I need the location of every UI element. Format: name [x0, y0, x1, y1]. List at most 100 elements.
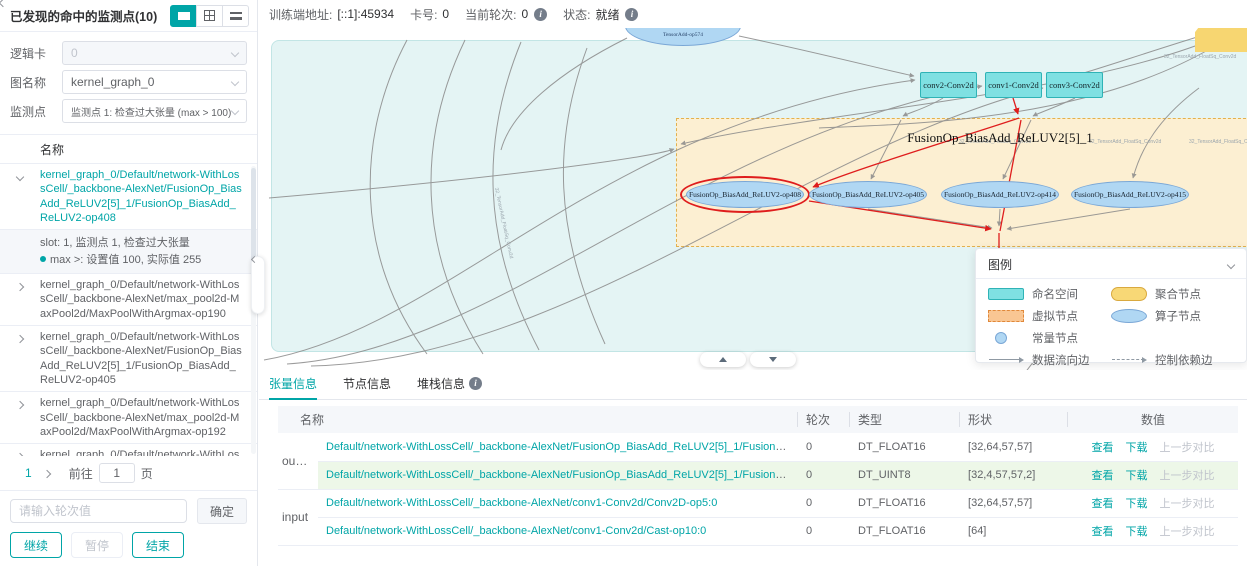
- operator-node-swatch: [1111, 309, 1155, 323]
- page-number[interactable]: 1: [25, 466, 32, 480]
- graph-name-label: 图名称: [10, 74, 62, 91]
- list-item[interactable]: kernel_graph_0/Default/network-WithLossC…: [0, 392, 257, 444]
- chevron-right-icon: [16, 283, 24, 291]
- edge-label: 32_TensorAdd_FloatSq_Conv2d: [1164, 54, 1236, 60]
- train-addr-label: 训练端地址:: [269, 6, 332, 23]
- download-link[interactable]: 下载: [1126, 442, 1148, 454]
- pause-button[interactable]: 暂停: [71, 532, 123, 558]
- info-icon[interactable]: [625, 8, 638, 21]
- edge-label: 32_TensorAdd_FloatSq_Conv2d: [1189, 139, 1247, 145]
- panel-collapse-handle[interactable]: [251, 256, 265, 314]
- group-output: output: [278, 433, 318, 489]
- chevron-left-icon: [251, 256, 258, 263]
- view-link[interactable]: 查看: [1092, 526, 1114, 538]
- list-item[interactable]: kernel_graph_0/Default/network-WithLossC…: [0, 164, 257, 230]
- view-toggle-group: [171, 5, 249, 27]
- hit-detail: slot: 1, 监测点 1, 检查过大张量 max >: 设置值 100, 实…: [0, 230, 257, 274]
- info-icon[interactable]: [534, 8, 547, 21]
- graph-name-select[interactable]: kernel_graph_0: [62, 70, 247, 94]
- graph-node-conv3[interactable]: conv3-Conv2d: [1046, 72, 1103, 98]
- table-header-row: 名称 轮次 类型 形状 数值: [278, 406, 1238, 433]
- step-input-row: 确定: [0, 490, 257, 531]
- bullet-icon: [40, 256, 46, 262]
- tensor-name-link[interactable]: Default/network-WithLossCell/_backbone-A…: [326, 469, 798, 481]
- grid-icon: [204, 10, 215, 21]
- prev-page-button[interactable]: [10, 470, 16, 476]
- info-tabs: 张量信息 节点信息 堆栈信息: [259, 370, 1247, 400]
- graph-node-conv1[interactable]: conv1-Conv2d: [985, 72, 1042, 98]
- computation-graph-canvas[interactable]: 32_TensorAdd_FloatSq_Conv2d 32_TensorAdd…: [259, 28, 1247, 370]
- tensor-table: 名称 轮次 类型 形状 数值 output Default/network-Wi…: [278, 406, 1238, 546]
- tensor-name-link[interactable]: Default/network-WithLossCell/_backbone-A…: [326, 525, 706, 537]
- compare-link: 上一步对比: [1160, 470, 1215, 482]
- view-link[interactable]: 查看: [1092, 470, 1114, 482]
- chevron-right-icon: [16, 335, 24, 343]
- goto-label: 前往: [69, 465, 93, 482]
- hit-watchpoints-panel: 已发现的命中的监测点(10) 逻辑卡 0 图名称 kernel_graph_0: [0, 0, 258, 566]
- status-label: 状态:: [563, 6, 590, 23]
- control-edge-swatch: [1111, 359, 1155, 360]
- tensor-name-link[interactable]: Default/network-WithLossCell/_backbone-A…: [326, 441, 798, 453]
- aggregate-node-swatch: [1111, 287, 1155, 301]
- next-page-button[interactable]: [41, 463, 53, 483]
- constant-node-swatch: [988, 332, 1032, 344]
- list-item[interactable]: kernel_graph_0/Default/network-WithLossC…: [0, 444, 257, 456]
- run-controls: 继续 暂停 结束: [0, 531, 257, 566]
- list-header-name: 名称: [0, 135, 257, 164]
- logic-card-label: 逻辑卡: [10, 45, 62, 62]
- group-input: input: [278, 489, 318, 545]
- confirm-button[interactable]: 确定: [197, 498, 247, 524]
- fusion-region-label: FusionOp_BiasAdd_ReLUV2[5]_1: [875, 130, 1125, 146]
- list-item[interactable]: kernel_graph_0/Default/network-WithLossC…: [0, 274, 257, 326]
- logic-card-select[interactable]: 0: [62, 41, 247, 65]
- pagination: 1 前往 页: [0, 456, 257, 490]
- compare-link: 上一步对比: [1160, 498, 1215, 510]
- list-item[interactable]: kernel_graph_0/Default/network-WithLossC…: [0, 326, 257, 392]
- list-icon: [178, 12, 190, 20]
- terminate-button[interactable]: 结束: [132, 532, 184, 558]
- col-name: 名称: [278, 406, 798, 433]
- card-value: 0: [442, 7, 449, 21]
- triangle-up-icon: [719, 357, 727, 362]
- graph-filter-form: 逻辑卡 0 图名称 kernel_graph_0 监测点 监测点 1: 检查过大…: [0, 32, 257, 135]
- aggregate-node[interactable]: [1195, 28, 1247, 52]
- watchpoint-select[interactable]: 监测点 1: 检查过大张量 (max > 100): [62, 99, 247, 123]
- chevron-down-icon: [231, 107, 239, 115]
- train-addr-value: [::1]:45934: [337, 7, 394, 21]
- grid-view-button[interactable]: [196, 5, 223, 27]
- chevron-down-icon: [231, 49, 239, 57]
- current-step-label: 当前轮次:: [465, 6, 516, 23]
- step-value-input[interactable]: [10, 499, 187, 523]
- col-step: 轮次: [798, 406, 850, 433]
- operator-node-op414[interactable]: FusionOp_BiasAdd_ReLUV2-op414: [941, 181, 1059, 208]
- download-link[interactable]: 下载: [1126, 498, 1148, 510]
- graph-node-conv2[interactable]: conv2-Conv2d: [920, 72, 977, 98]
- continue-button[interactable]: 继续: [10, 532, 62, 558]
- goto-page-input[interactable]: [99, 463, 135, 483]
- triangle-down-icon: [769, 357, 777, 362]
- chevron-down-icon[interactable]: [1227, 260, 1235, 268]
- tab-tensor-info[interactable]: 张量信息: [269, 370, 317, 400]
- menu-view-button[interactable]: [222, 5, 249, 27]
- chevron-right-icon: [16, 401, 24, 409]
- operator-node-op408-hit[interactable]: FusionOp_BiasAdd_ReLUV2-op408: [686, 181, 804, 208]
- tab-stack-info[interactable]: 堆栈信息: [417, 370, 482, 400]
- graph-collapse-down-button[interactable]: [750, 352, 796, 367]
- main-area: 训练端地址: [::1]:45934 卡号: 0 当前轮次: 0 状态: 就绪: [259, 0, 1247, 566]
- chevron-down-icon: [16, 173, 24, 181]
- operator-node-op415[interactable]: FusionOp_BiasAdd_ReLUV2-op415: [1071, 181, 1189, 208]
- download-link[interactable]: 下载: [1126, 470, 1148, 482]
- tensor-info-panel: 张量信息 节点信息 堆栈信息 名称 轮次 类型 形状: [259, 370, 1247, 566]
- view-link[interactable]: 查看: [1092, 498, 1114, 510]
- operator-node-op405[interactable]: FusionOp_BiasAdd_ReLUV2-op405: [809, 181, 927, 208]
- view-link[interactable]: 查看: [1092, 442, 1114, 454]
- download-link[interactable]: 下载: [1126, 526, 1148, 538]
- graph-legend: 图例 命名空间 聚合节点 虚拟节点 算子节点 常量节点 数据流向边 控制依赖边: [975, 248, 1247, 363]
- chevron-down-icon: [231, 78, 239, 86]
- list-view-button[interactable]: [170, 5, 197, 27]
- hit-node-list: kernel_graph_0/Default/network-WithLossC…: [0, 164, 257, 456]
- tab-node-info[interactable]: 节点信息: [343, 370, 391, 400]
- graph-collapse-up-button[interactable]: [700, 352, 746, 367]
- virtual-node-swatch: [988, 310, 1032, 322]
- tensor-name-link[interactable]: Default/network-WithLossCell/_backbone-A…: [326, 497, 717, 509]
